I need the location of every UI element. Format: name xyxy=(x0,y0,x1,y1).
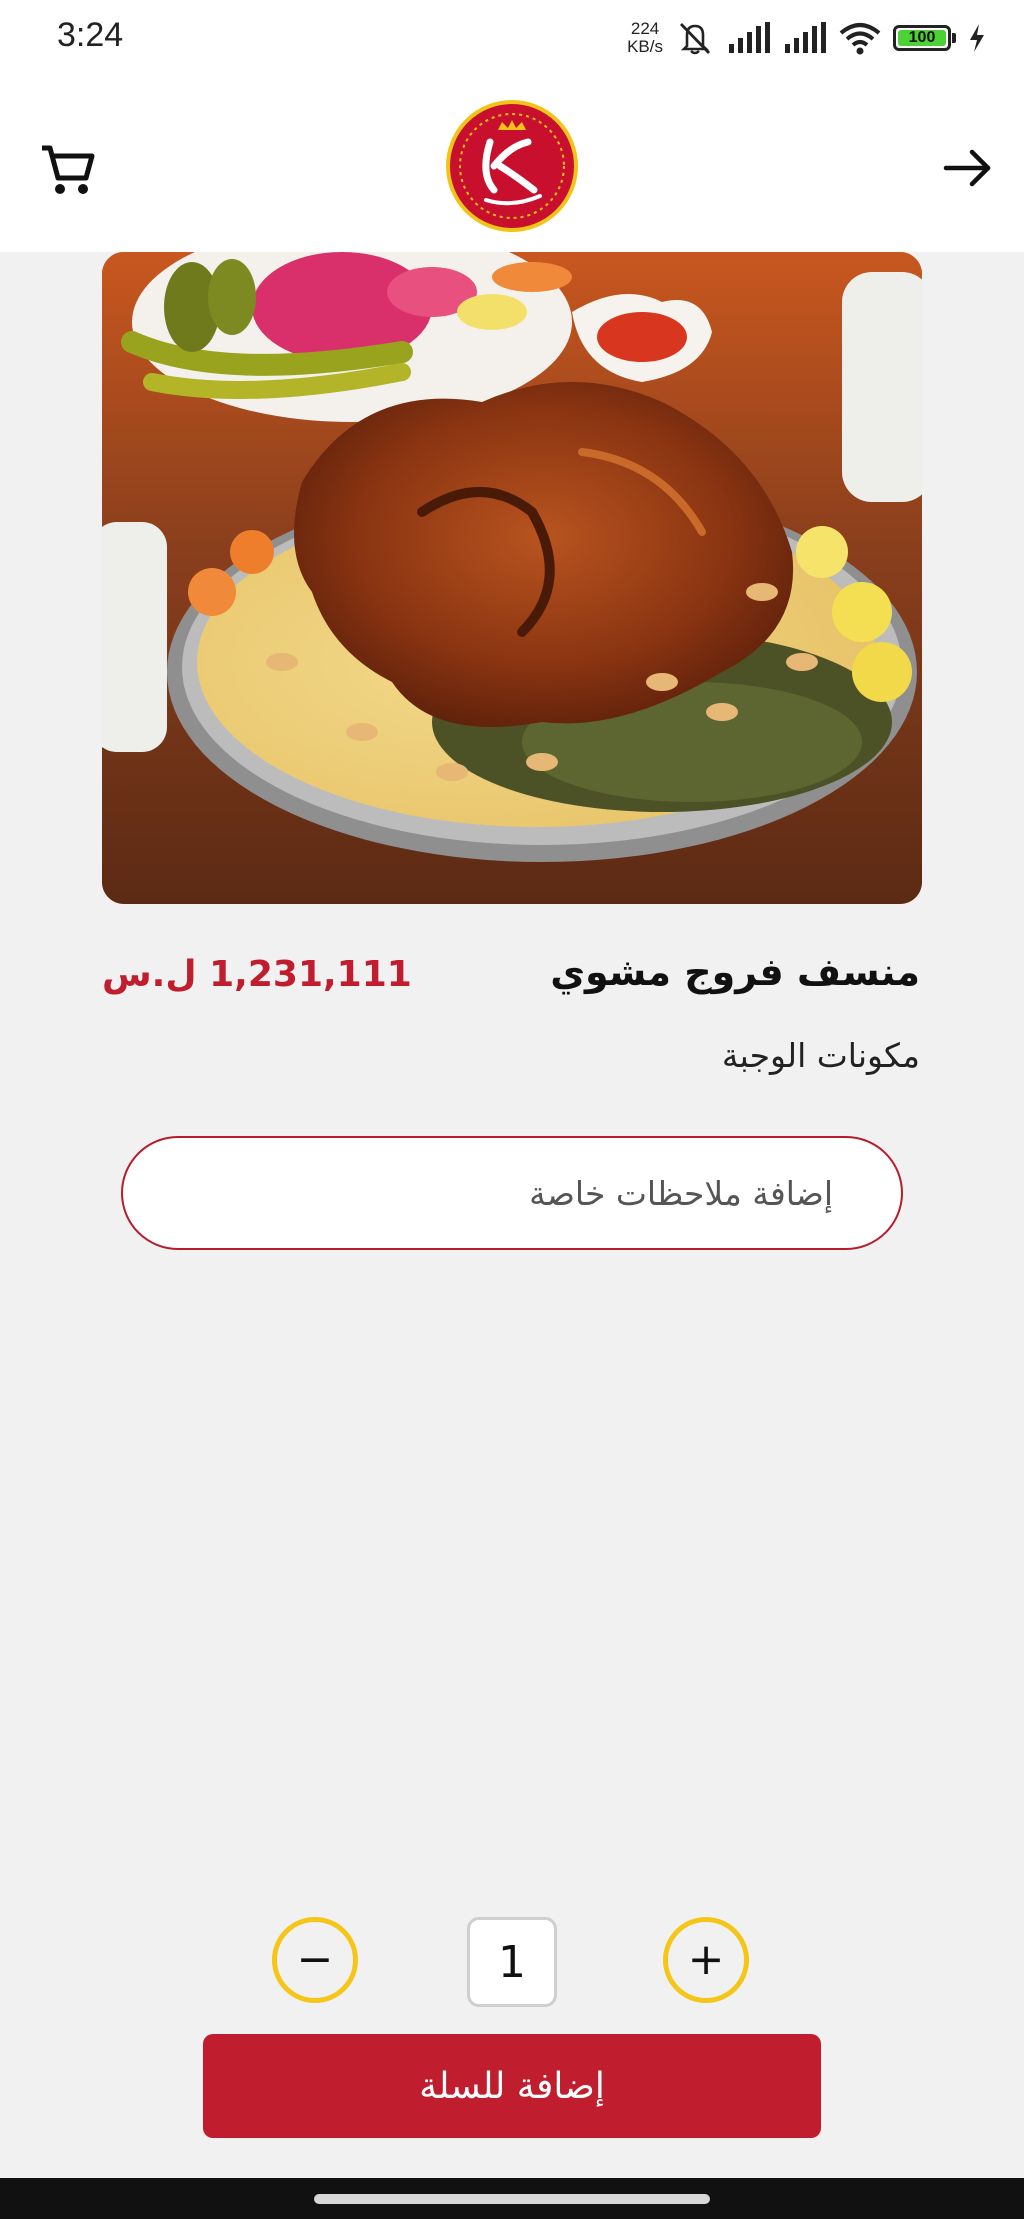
cart-icon xyxy=(42,145,95,194)
restaurant-logo xyxy=(446,100,578,232)
network-speed: 224 KB/s xyxy=(627,20,663,56)
grilled-chicken-mansaf-photo xyxy=(102,252,922,904)
mute-icon xyxy=(679,23,711,55)
network-speed-unit: KB/s xyxy=(627,37,663,56)
status-icons: 224 KB/s 100 xyxy=(627,18,986,58)
cart-button[interactable] xyxy=(36,138,100,202)
status-bar: 3:24 224 KB/s 100 xyxy=(0,0,1024,74)
plus-icon: + xyxy=(687,1934,725,1985)
product-name: منسف فروج مشوي xyxy=(550,950,920,994)
minus-icon: − xyxy=(296,1934,334,1985)
increase-quantity-button[interactable]: + xyxy=(663,1917,749,2003)
system-nav-bar xyxy=(0,2178,1024,2219)
status-time: 3:24 xyxy=(57,16,124,54)
product-price: 1,231,111 ل.س xyxy=(102,954,412,995)
ingredients-label[interactable]: مكونات الوجبة xyxy=(722,1036,920,1075)
signal-icon xyxy=(785,22,826,53)
special-notes-input[interactable] xyxy=(121,1136,903,1250)
battery-icon: 100 xyxy=(893,25,956,51)
arrow-right-icon xyxy=(943,149,991,187)
back-button[interactable] xyxy=(936,136,1000,200)
charging-icon xyxy=(970,24,984,52)
signal-icon xyxy=(729,22,770,53)
wifi-icon xyxy=(839,23,881,55)
app-header xyxy=(0,74,1024,252)
battery-level: 100 xyxy=(898,29,946,46)
quantity-value: 1 xyxy=(467,1917,557,2007)
logo-emblem xyxy=(459,113,565,219)
home-indicator[interactable] xyxy=(314,2194,710,2204)
add-to-cart-button[interactable]: إضافة للسلة xyxy=(203,2034,821,2138)
product-image xyxy=(102,252,922,904)
network-speed-value: 224 xyxy=(630,19,660,38)
decrease-quantity-button[interactable]: − xyxy=(272,1917,358,2003)
